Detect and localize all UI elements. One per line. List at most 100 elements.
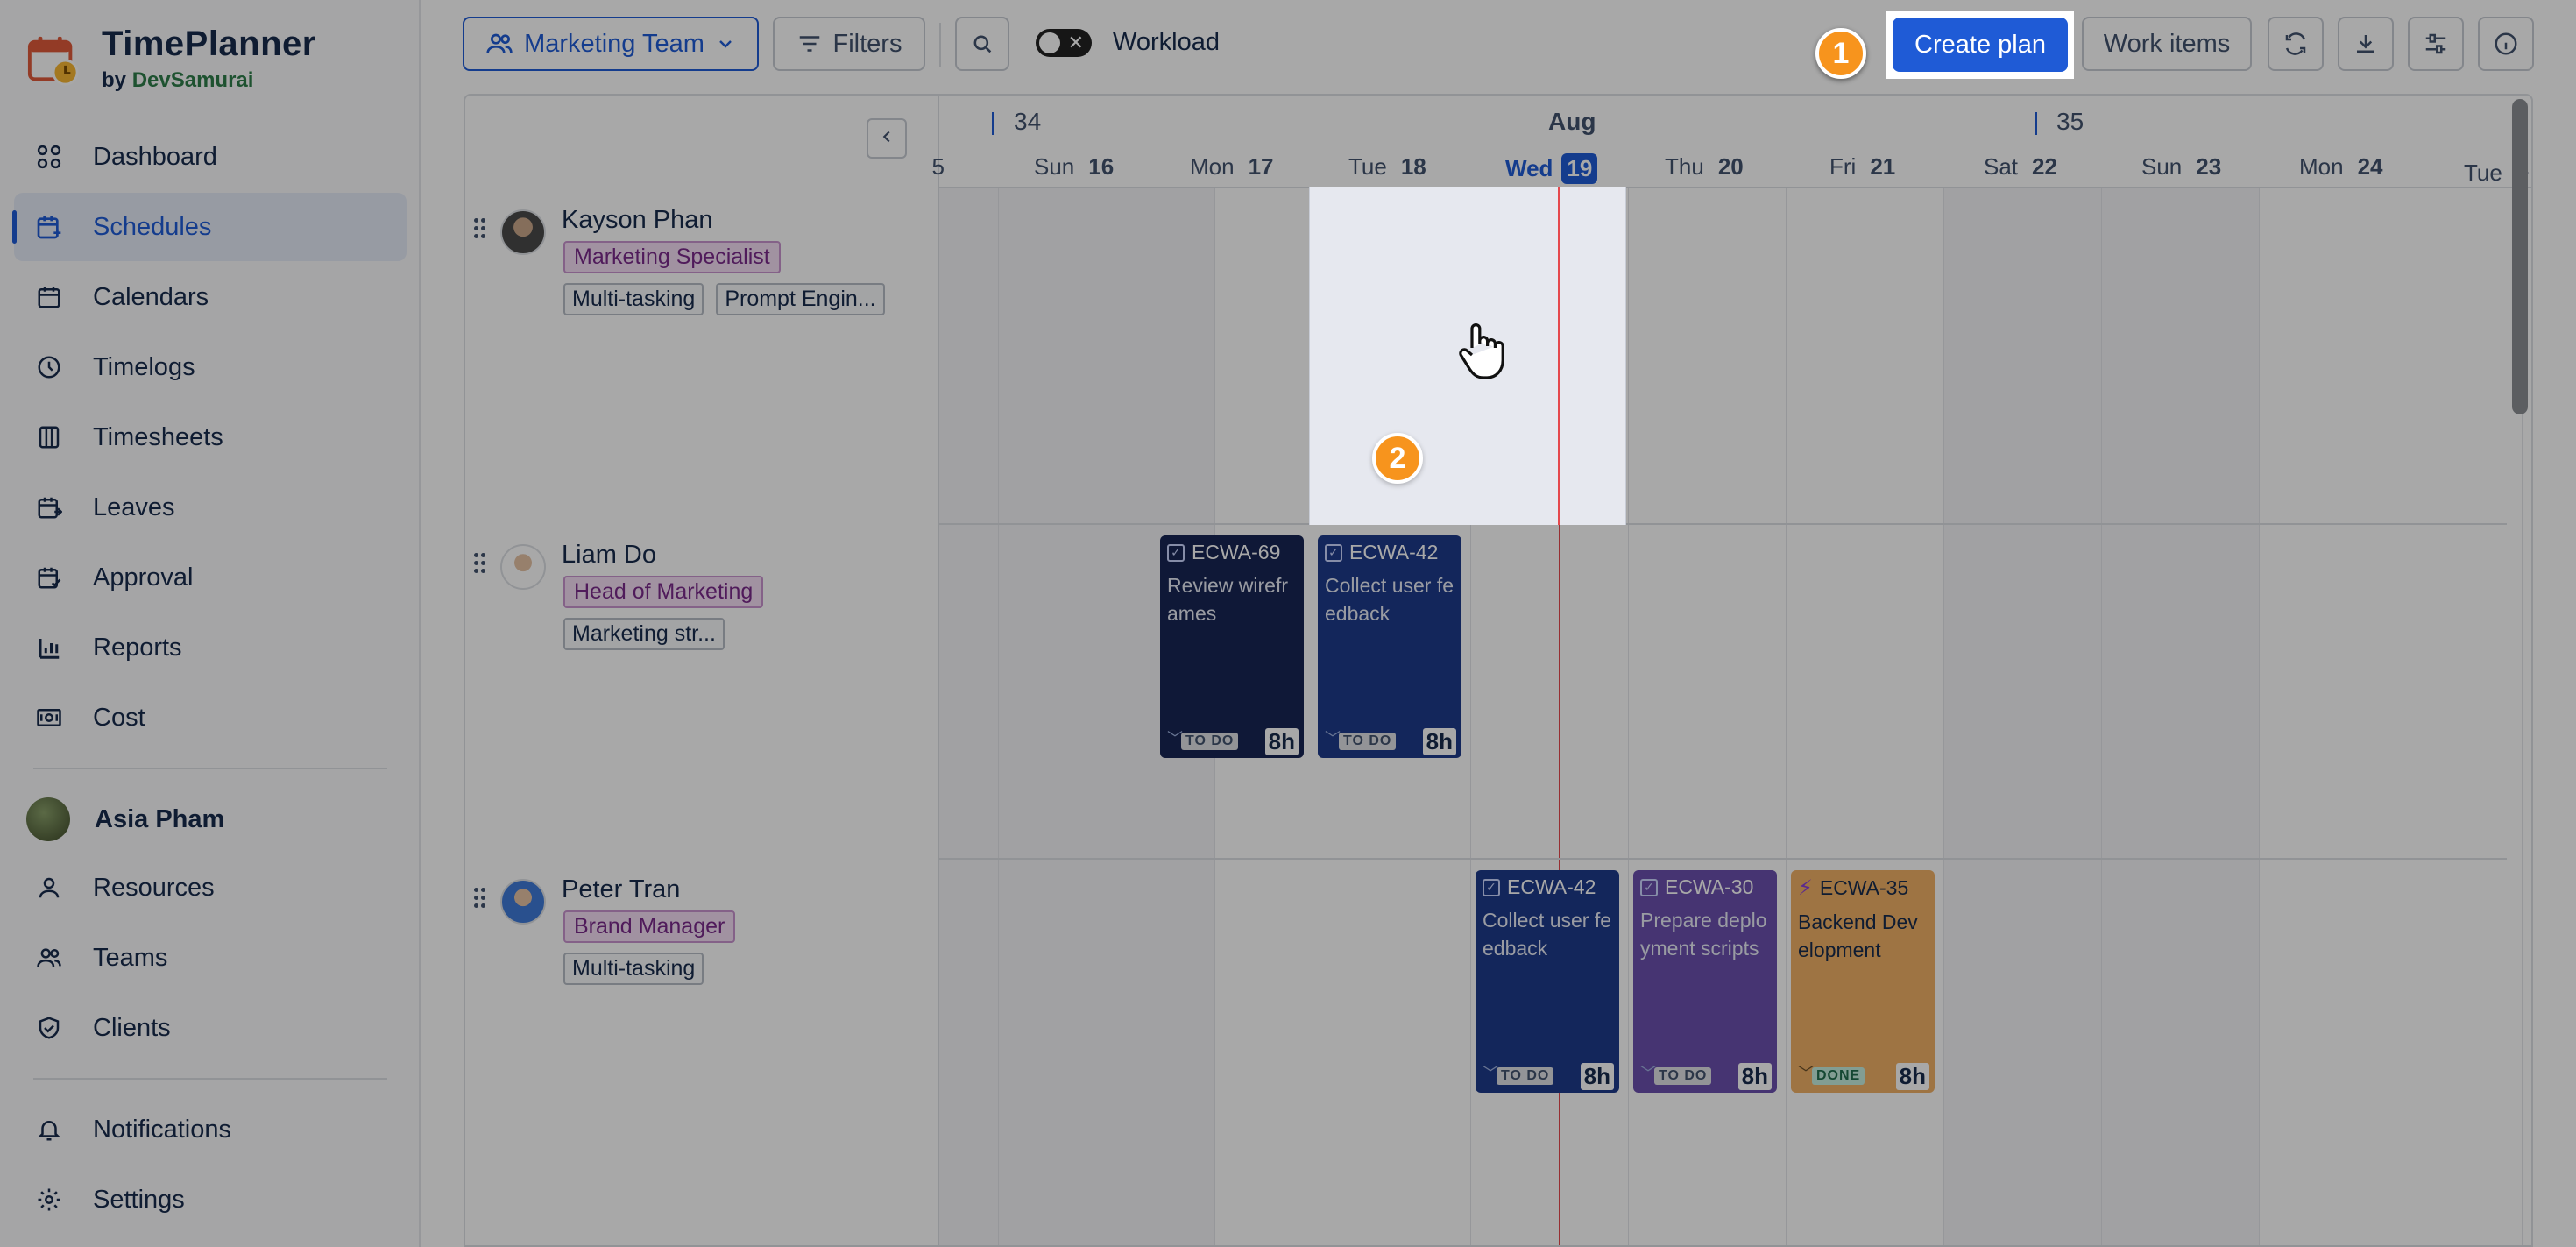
create-plan-button[interactable]: Create plan	[1893, 18, 2068, 72]
work-item-title: Prepare deployment scripts	[1640, 909, 1767, 960]
shield-icon	[33, 1012, 65, 1044]
work-item-card[interactable]: ✓ ECWA-42 Collect user feedback ﹀ TO DO 8h	[1318, 535, 1461, 758]
status-badge: TO DO	[1181, 733, 1239, 750]
calendar-plus-icon	[33, 211, 65, 243]
vertical-scrollbar[interactable]	[2512, 99, 2528, 414]
sidebar-item-schedules[interactable]: Schedules	[12, 193, 407, 261]
drag-handle-icon[interactable]	[474, 553, 488, 576]
work-item-key-text: ECWA-42	[1507, 875, 1596, 898]
workload-toggle[interactable]: ✕	[1036, 29, 1092, 57]
day-name: Tue	[1348, 153, 1387, 180]
work-item-card[interactable]: ✓ ECWA-69 Review wireframes ﹀ TO DO 8h	[1160, 535, 1304, 758]
day-column[interactable]	[939, 188, 999, 1245]
settings-sliders-button[interactable]	[2408, 17, 2464, 71]
sidebar-item-calendars[interactable]: Calendars	[14, 263, 407, 331]
drag-handle-icon[interactable]	[474, 888, 488, 910]
brand[interactable]: TimePlanner by DevSamurai	[26, 25, 316, 103]
day-name: Mon	[2299, 153, 2344, 180]
sidebar-item-cost[interactable]: Cost	[14, 684, 407, 752]
sidebar-item-resources[interactable]: Resources	[14, 854, 407, 922]
chevron-down-icon: ﹀	[1325, 730, 1341, 747]
avatar	[26, 797, 70, 841]
day-column[interactable]	[2417, 188, 2523, 1245]
sidebar-item-label: Clients	[93, 1013, 171, 1042]
day-column[interactable]	[1944, 188, 2102, 1245]
team-select-button[interactable]: Marketing Team	[463, 17, 759, 71]
sidebar-item-notifications[interactable]: Notifications	[14, 1095, 407, 1164]
timeplanner-logo-icon	[27, 36, 79, 86]
day-header: Thu 20	[1665, 153, 1744, 181]
day-name: Sun	[2141, 153, 2183, 180]
collapse-panel-button[interactable]	[867, 118, 907, 159]
resource-row[interactable]: Liam Do Head of Marketing Marketing str.…	[465, 527, 939, 860]
hours-badge: 8h	[1895, 1062, 1929, 1090]
drag-handle-icon[interactable]	[474, 218, 488, 241]
chevron-down-icon	[715, 33, 736, 54]
sidebar-item-label: Timelogs	[93, 352, 195, 381]
sidebar-item-reports[interactable]: Reports	[14, 613, 407, 682]
day-column[interactable]	[2260, 188, 2417, 1245]
work-item-footer: ﹀ TO DO 8h	[1167, 727, 1299, 755]
week-number: 35	[2056, 108, 2084, 135]
work-item-card[interactable]: ✓ ECWA-42 Collect user feedback ﹀ TO DO 8h	[1476, 870, 1619, 1093]
day-header: Sun 16	[1034, 153, 1114, 181]
work-item-footer: ﹀ TO DO 8h	[1325, 727, 1456, 755]
task-checkbox-icon: ✓	[1640, 878, 1658, 896]
task-checkbox-icon: ✓	[1325, 543, 1342, 562]
role-tag: Head of Marketing	[563, 576, 764, 608]
create-plan-highlight: Create plan	[1886, 11, 2074, 79]
day-column[interactable]	[2102, 188, 2260, 1245]
work-item-footer: ﹀ DONE 8h	[1798, 1062, 1929, 1090]
work-items-button[interactable]: Work items	[2082, 17, 2252, 71]
day-name: Thu	[1665, 153, 1704, 180]
info-button[interactable]	[2478, 17, 2534, 71]
sidebar-item-label: Leaves	[93, 492, 175, 521]
day-number: 24	[2357, 153, 2383, 180]
workload-label: Workload	[1113, 28, 1220, 56]
work-item-key: ✓ ECWA-69	[1167, 541, 1297, 564]
skill-tag: Marketing str...	[563, 618, 725, 650]
search-button[interactable]	[955, 17, 1009, 71]
team-select-label: Marketing Team	[524, 29, 704, 58]
chevron-down-icon: ﹀	[1483, 1065, 1498, 1082]
day-number: 23	[2196, 153, 2222, 180]
sidebar-item-settings[interactable]: Settings	[14, 1166, 407, 1234]
sidebar-divider	[33, 1078, 387, 1080]
sidebar-item-timelogs[interactable]: Timelogs	[14, 333, 407, 401]
resource-row[interactable]: Peter Tran Brand Manager Multi-tasking	[465, 861, 939, 1194]
day-number: 18	[1400, 153, 1426, 180]
lightning-icon: ⚡	[1798, 876, 1813, 900]
sidebar-item-teams[interactable]: Teams	[14, 924, 407, 992]
day-header: Sun 23	[2141, 153, 2221, 181]
task-checkbox-icon: ✓	[1167, 543, 1185, 562]
week-marker	[2035, 111, 2037, 135]
hours-badge: 8h	[1422, 727, 1456, 755]
status-badge: TO DO	[1339, 733, 1397, 750]
skill-tag: Prompt Engin...	[716, 283, 885, 315]
sidebar-item-timesheets[interactable]: Timesheets	[14, 403, 407, 471]
sidebar-item-approval[interactable]: Approval	[14, 543, 407, 612]
day-number: 20	[1717, 153, 1744, 180]
sidebar-item-label: Teams	[93, 943, 168, 972]
row-divider	[939, 523, 2507, 525]
sidebar-item-leaves[interactable]: Leaves	[14, 473, 407, 542]
work-item-card[interactable]: ⚡ ECWA-35 Backend Development ﹀ DONE 8h	[1791, 870, 1935, 1093]
work-item-card[interactable]: ✓ ECWA-30 Prepare deployment scripts ﹀ TO …	[1633, 870, 1777, 1093]
filters-button[interactable]: Filters	[773, 17, 925, 71]
skill-tag: Multi-tasking	[563, 953, 704, 985]
work-item-key: ✓ ECWA-42	[1325, 541, 1454, 564]
day-number: 17	[1248, 153, 1274, 180]
resource-row[interactable]: Kayson Phan Marketing Specialist Multi-t…	[465, 192, 939, 525]
timeline-grid[interactable]: ✓ ECWA-69 Review wireframes ﹀ TO DO 8h ✓ ECW…	[939, 188, 2523, 1245]
sidebar-item-label: Cost	[93, 703, 145, 732]
filters-label: Filters	[832, 29, 902, 58]
download-button[interactable]	[2338, 17, 2394, 71]
sidebar-item-dashboard[interactable]: Dashboard	[14, 123, 407, 191]
work-item-title: Collect user feedback	[1325, 574, 1454, 625]
search-icon	[970, 32, 994, 56]
sidebar-user[interactable]: Asia Pham	[14, 785, 407, 854]
status-badge: TO DO	[1654, 1067, 1712, 1085]
day-header: 15	[932, 153, 945, 187]
refresh-button[interactable]	[2268, 17, 2324, 71]
sidebar-item-clients[interactable]: Clients	[14, 994, 407, 1062]
